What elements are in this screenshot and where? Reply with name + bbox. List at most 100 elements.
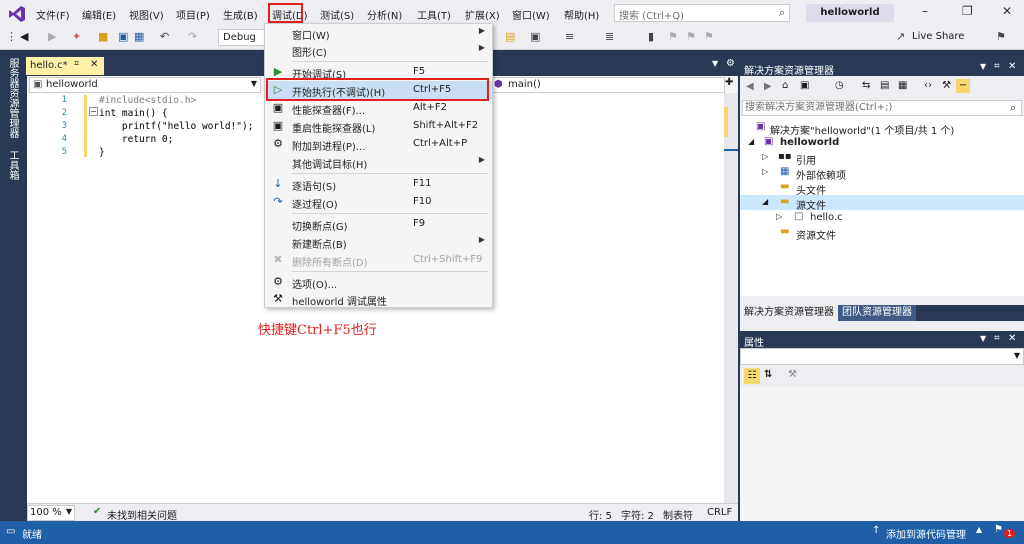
categorized-icon[interactable]: ☷ <box>744 368 760 384</box>
eol-mode[interactable]: CRLF <box>707 507 732 518</box>
project-dropdown[interactable]: ▣ helloworld ▼ <box>29 77 261 93</box>
next-bookmark-icon[interactable]: ⚑ <box>686 30 696 43</box>
menu-item-step-into[interactable]: ↓ 逐语句(S) F11 <box>265 175 492 193</box>
toolbox-tab[interactable]: 工具箱 <box>5 150 20 180</box>
properties-object-dropdown[interactable]: ▼ <box>740 348 1024 365</box>
editor-vertical-scrollbar[interactable] <box>724 93 738 503</box>
comment-icon[interactable]: ≡ <box>565 30 574 43</box>
menu-build[interactable]: 生成(B) <box>223 7 258 22</box>
search-box[interactable]: 搜索 (Ctrl+Q) ⌕ <box>614 4 790 22</box>
tree-item-header-files[interactable]: ▬ 头文件 <box>740 180 1024 197</box>
tab-settings-icon[interactable]: ⚙ <box>726 58 735 69</box>
open-icon[interactable]: ■ <box>98 30 108 43</box>
back-icon[interactable]: ◀ <box>746 81 754 92</box>
tab-close-icon[interactable]: ✕ <box>90 59 98 70</box>
save-all-icon[interactable]: ▦ <box>134 30 144 43</box>
collapsed-arrow-icon[interactable]: ▷ <box>762 167 768 176</box>
menu-analyze[interactable]: 分析(N) <box>367 7 402 22</box>
live-share-button[interactable]: Live Share <box>912 31 964 42</box>
back-icon[interactable]: ◀ <box>20 30 28 43</box>
menu-test[interactable]: 测试(S) <box>320 7 354 22</box>
member-dropdown[interactable]: ⬢ main() <box>487 77 725 93</box>
forward-icon[interactable]: ▶ <box>764 81 772 92</box>
tree-item-external-deps[interactable]: ▷ ▦ 外部依赖项 <box>740 165 1024 182</box>
tree-item-project[interactable]: ◢ ▣ helloworld <box>740 135 1024 150</box>
panel-dropdown-icon[interactable]: ▼ <box>980 334 986 343</box>
redo-icon[interactable]: ↷ <box>188 30 197 43</box>
properties-wrench-icon[interactable]: ⚒ <box>942 80 951 91</box>
menu-item-graphics[interactable]: 图形(C) ▶ <box>265 41 492 59</box>
panel-close-icon[interactable]: ✕ <box>1008 333 1016 344</box>
pin-icon[interactable]: ⌗ <box>74 59 79 69</box>
menu-window[interactable]: 窗口(W) <box>512 7 550 22</box>
tab-mode[interactable]: 制表符 <box>663 507 693 522</box>
panel-dropdown-icon[interactable]: ▼ <box>980 62 986 71</box>
restore-icon[interactable]: ❐ <box>962 4 973 18</box>
menu-item-restart-profiler[interactable]: ▣ 重启性能探查器(L) Shift+Alt+F2 <box>265 117 492 135</box>
server-explorer-tab[interactable]: 服务器资源管理器 <box>5 58 20 138</box>
collapsed-arrow-icon[interactable]: ▷ <box>776 212 782 221</box>
undo-icon[interactable]: ↶ <box>160 30 169 43</box>
bookmark-icon[interactable]: ▮ <box>648 30 654 43</box>
menu-edit[interactable]: 编辑(E) <box>82 7 116 22</box>
property-pages-icon[interactable]: ⚒ <box>788 369 797 380</box>
solution-search-input[interactable]: 搜索解决方案资源管理器(Ctrl+;) <box>742 100 1022 116</box>
source-control-button[interactable]: 添加到源代码管理 <box>886 526 966 541</box>
collapse-all-icon[interactable]: ▤ <box>880 80 889 91</box>
menu-item-attach-to-process[interactable]: ⚙ 附加到进程(P)... Ctrl+Alt+P <box>265 135 492 153</box>
tab-solution-explorer[interactable]: 解决方案资源管理器 <box>740 305 838 321</box>
tab-dropdown-icon[interactable]: ▼ <box>712 59 718 68</box>
switch-view-icon[interactable]: ▣ <box>800 80 809 91</box>
menu-item-options[interactable]: ⚙ 选项(O)... <box>265 273 492 291</box>
tree-item-hello-c[interactable]: ▷ □ hello.c <box>740 210 1024 225</box>
history-icon[interactable]: ◷ <box>835 80 844 91</box>
indent-icon[interactable]: ≣ <box>605 30 614 43</box>
tab-hello-c[interactable]: hello.c* ⌗ ✕ <box>26 57 104 75</box>
home-icon[interactable]: ⌂ <box>782 80 788 91</box>
toolbar-icon-1[interactable]: ▤ <box>505 30 515 43</box>
preview-icon[interactable]: − <box>956 79 970 93</box>
tree-item-resource-files[interactable]: ▬ 资源文件 <box>740 225 1024 242</box>
pin-icon[interactable]: ⌗ <box>994 333 1000 344</box>
menu-help[interactable]: 帮助(H) <box>564 7 599 22</box>
tree-item-source-files[interactable]: ◢ ▬ 源文件 <box>740 195 1024 212</box>
split-icon[interactable]: ✚ <box>725 77 733 88</box>
menu-item-other-debug-targets[interactable]: 其他调试目标(H) ▶ <box>265 153 492 171</box>
save-icon[interactable]: ▣ <box>118 30 128 43</box>
expanded-arrow-icon[interactable]: ◢ <box>762 197 768 206</box>
close-icon[interactable]: ✕ <box>1002 4 1012 18</box>
menu-view[interactable]: 视图(V) <box>129 7 164 22</box>
collapsed-arrow-icon[interactable]: ▷ <box>762 152 768 161</box>
menu-file[interactable]: 文件(F) <box>36 7 70 22</box>
show-all-icon[interactable]: ▦ <box>898 80 907 91</box>
notification-icon[interactable]: ⚑ <box>994 524 1003 535</box>
forward-icon[interactable]: ▶ <box>48 30 56 43</box>
panel-close-icon[interactable]: ✕ <box>1008 61 1016 72</box>
menu-item-delete-all-breakpoints[interactable]: ✖ 删除所有断点(D) Ctrl+Shift+F9 <box>265 251 492 269</box>
menu-project[interactable]: 项目(P) <box>176 7 210 22</box>
pin-icon[interactable]: ⌗ <box>994 61 1000 72</box>
prev-bookmark-icon[interactable]: ⚑ <box>668 30 678 43</box>
sync-icon[interactable]: ⇆ <box>862 80 870 91</box>
menu-item-performance-profiler[interactable]: ▣ 性能探查器(F)... Alt+F2 <box>265 99 492 117</box>
collapse-icon[interactable]: − <box>89 107 98 116</box>
expanded-arrow-icon[interactable]: ◢ <box>748 137 754 146</box>
live-share-icon[interactable]: ↗ <box>896 30 905 43</box>
tab-team-explorer[interactable]: 团队资源管理器 <box>838 305 916 321</box>
minimize-icon[interactable]: – <box>922 4 928 18</box>
menu-item-debug-properties[interactable]: ⚒ helloworld 调试属性 <box>265 290 492 308</box>
menu-item-window[interactable]: 窗口(W) ▶ <box>265 24 492 42</box>
tree-item-references[interactable]: ▷ ▪▪ 引用 <box>740 150 1024 167</box>
menu-tools[interactable]: 工具(T) <box>417 7 451 22</box>
menu-item-new-breakpoint[interactable]: 新建断点(B) ▶ <box>265 233 492 251</box>
menu-item-step-over[interactable]: ↷ 逐过程(O) F10 <box>265 193 492 211</box>
feedback-icon[interactable]: ⚑ <box>996 30 1006 43</box>
alphabetical-icon[interactable]: ⇅ <box>764 369 772 380</box>
toolbar-icon-2[interactable]: ▣ <box>530 30 540 43</box>
code-view-icon[interactable]: ‹› <box>924 80 932 91</box>
tree-item-solution[interactable]: ▣ 解决方案"helloworld"(1 个项目/共 1 个) <box>740 120 1024 137</box>
zoom-dropdown[interactable]: 100 % ▼ <box>27 505 75 521</box>
clear-bookmark-icon[interactable]: ⚑ <box>704 30 714 43</box>
new-project-icon[interactable]: ✦ <box>72 30 81 43</box>
issues-status[interactable]: 未找到相关问题 <box>107 507 177 522</box>
